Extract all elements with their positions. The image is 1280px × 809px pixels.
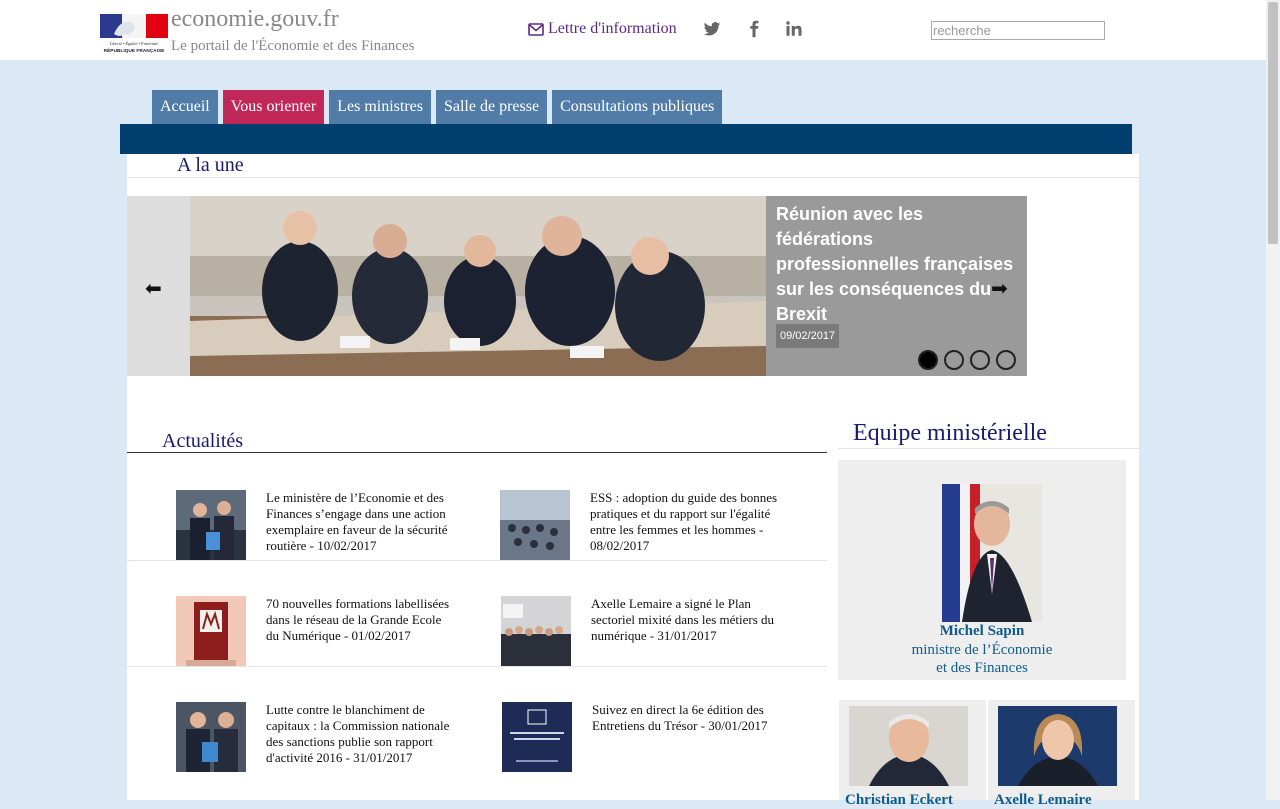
svg-text:Liberté • Égalité • Fraternité: Liberté • Égalité • Fraternité — [109, 41, 160, 46]
svg-text:RÉPUBLIQUE FRANÇAISE: RÉPUBLIQUE FRANÇAISE — [104, 46, 166, 54]
news-text[interactable]: Axelle Lemaire a signé le Plan sectoriel… — [591, 596, 781, 644]
minister-role-line: et des Finances — [936, 660, 1028, 676]
tab-accueil[interactable]: Accueil — [152, 90, 218, 124]
minister-photo — [942, 484, 1042, 622]
slide-date: 09/02/2017 — [776, 324, 840, 348]
divider — [127, 452, 827, 453]
news-thumbnail — [176, 490, 246, 560]
envelope-icon — [528, 22, 544, 36]
main-nav: Accueil Vous orienter Les ministres Sall… — [152, 90, 723, 124]
minister-card-main[interactable]: Michel Sapin ministre de l’Économie et d… — [838, 460, 1126, 680]
twitter-icon[interactable] — [703, 20, 721, 38]
site-subtitle: Le portail de l'Économie et des Finances — [171, 38, 415, 54]
divider — [127, 560, 827, 561]
carousel-next-arrow-icon[interactable]: ➡ — [991, 276, 1008, 300]
news-thumbnail — [176, 702, 246, 772]
minister-name[interactable]: Christian Eckert — [845, 792, 953, 809]
tab-consultations-publiques[interactable]: Consultations publiques — [552, 90, 723, 124]
news-thumbnail — [176, 596, 246, 666]
divider — [838, 448, 1139, 449]
news-text[interactable]: Suivez en direct la 6e édition des Entre… — [592, 702, 782, 734]
newsletter-link[interactable]: Lettre d'information — [528, 20, 677, 38]
search-input[interactable] — [931, 21, 1105, 40]
minister-role-line: ministre de l’Économie — [911, 642, 1053, 658]
minister-role: ministre de l’Économie et des Finances — [838, 641, 1126, 677]
carousel-dots — [918, 350, 1016, 370]
news-thumbnail — [501, 596, 571, 666]
newsletter-label: Lettre d'information — [548, 20, 677, 37]
news-text[interactable]: Le ministère de l’Economie et des Financ… — [266, 490, 456, 554]
tab-les-ministres[interactable]: Les ministres — [329, 90, 431, 124]
header-bar: Liberté • Égalité • Fraternité RÉPUBLIQU… — [0, 0, 1266, 60]
news-text[interactable]: ESS : adoption du guide des bonnes prati… — [590, 490, 780, 554]
main-content: A la une ⬅ Réunion avec les fédérations … — [127, 154, 1139, 808]
nav-submenu-band — [120, 124, 1132, 154]
linkedin-icon[interactable] — [785, 20, 803, 38]
page-scrollbar[interactable] — [1266, 0, 1280, 800]
minister-card-eckert[interactable]: Christian Eckert — [839, 700, 986, 808]
divider — [127, 177, 1139, 178]
minister-card-lemaire[interactable]: Axelle Lemaire — [988, 700, 1135, 808]
slide-headline[interactable]: Réunion avec les fédérations professionn… — [776, 202, 1016, 327]
headline-carousel: ⬅ Réunion avec les fédérations professio… — [127, 196, 1027, 376]
news-thumbnail — [500, 490, 570, 560]
slide-photo[interactable] — [190, 196, 766, 376]
marianne-logo[interactable]: Liberté • Égalité • Fraternité RÉPUBLIQU… — [100, 14, 168, 54]
tab-salle-de-presse[interactable]: Salle de presse — [435, 90, 548, 124]
news-text[interactable]: Lutte contre le blanchiment de capitaux … — [266, 702, 456, 766]
minister-name[interactable]: Michel Sapin — [838, 623, 1126, 640]
carousel-prev-arrow-icon[interactable]: ⬅ — [145, 276, 162, 300]
news-text[interactable]: 70 nouvelles formations labellisées dans… — [266, 596, 456, 644]
minister-name[interactable]: Axelle Lemaire — [994, 792, 1092, 809]
equipe-heading: Equipe ministérielle — [853, 420, 1047, 446]
facebook-icon[interactable] — [745, 20, 763, 38]
une-heading: A la une — [177, 154, 244, 176]
carousel-dot-4[interactable] — [996, 350, 1016, 370]
carousel-dot-3[interactable] — [970, 350, 990, 370]
news-thumbnail — [502, 702, 572, 772]
actualites-heading: Actualités — [162, 430, 244, 452]
divider — [127, 666, 827, 667]
scrollbar-thumb[interactable] — [1268, 2, 1278, 244]
slide-caption[interactable]: Réunion avec les fédérations professionn… — [766, 196, 1027, 376]
tab-vous-orienter[interactable]: Vous orienter — [222, 90, 325, 124]
carousel-dot-2[interactable] — [944, 350, 964, 370]
carousel-dot-1[interactable] — [918, 350, 938, 370]
site-title[interactable]: economie.gouv.fr — [171, 6, 339, 33]
minister-photo — [998, 706, 1117, 786]
minister-photo — [849, 706, 968, 786]
